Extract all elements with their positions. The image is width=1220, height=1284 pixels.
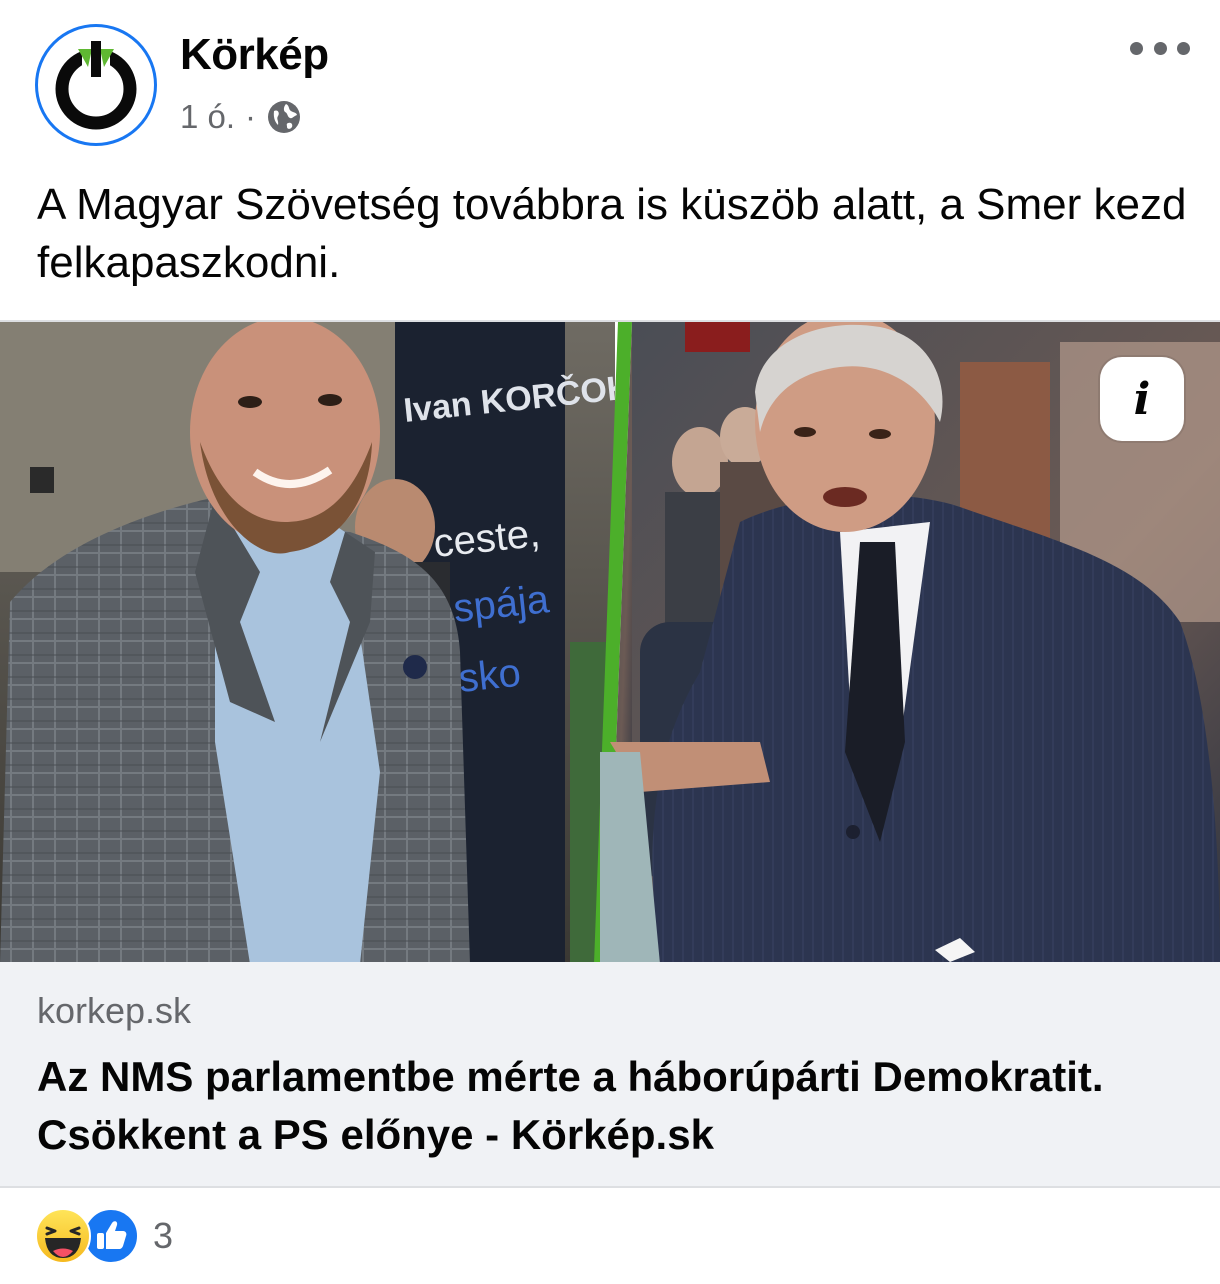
- banner-text-4: sko: [456, 651, 523, 701]
- meta-separator: ·: [245, 98, 257, 135]
- reactions-summary[interactable]: 3: [35, 1208, 173, 1264]
- link-preview[interactable]: korkep.sk Az NMS parlamentbe mérte a háb…: [0, 962, 1220, 1186]
- link-title[interactable]: Az NMS parlamentbe mérte a háborúpárti D…: [37, 1048, 1187, 1164]
- link-domain: korkep.sk: [37, 990, 192, 1031]
- info-icon[interactable]: i: [1100, 357, 1184, 441]
- post-time[interactable]: 1 ó.: [180, 98, 235, 136]
- korkep-logo-icon: [46, 35, 146, 135]
- more-options-icon[interactable]: [1130, 30, 1190, 66]
- post-message: A Magyar Szövetség továbbra is küszöb al…: [37, 180, 1187, 287]
- reaction-count: 3: [153, 1215, 174, 1256]
- post-header: Körkép 1 ó. ·: [0, 0, 1220, 160]
- like-icon: [83, 1208, 139, 1264]
- page-avatar[interactable]: [35, 24, 157, 146]
- info-glyph: i: [1133, 373, 1151, 425]
- post-meta: 1 ó. ·: [180, 96, 302, 138]
- facebook-post: Körkép 1 ó. · A Magyar Szövetség továbbr…: [0, 0, 1220, 1284]
- page-name[interactable]: Körkép: [180, 30, 329, 80]
- divider: [0, 1186, 1220, 1188]
- haha-icon: [35, 1208, 91, 1264]
- post-image[interactable]: Ivan KORČOK ceste, spája sko: [0, 320, 1220, 962]
- globe-icon[interactable]: [266, 99, 302, 135]
- split-photo: Ivan KORČOK ceste, spája sko: [0, 322, 1220, 962]
